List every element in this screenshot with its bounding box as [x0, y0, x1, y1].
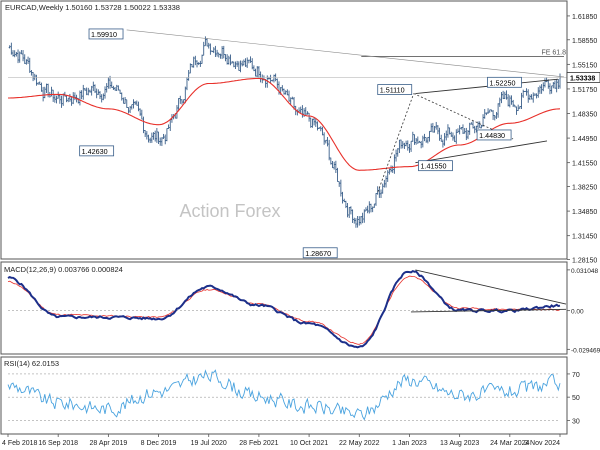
macd-ytick-label: 0.031048	[571, 268, 598, 275]
rsi-header: RSI(14) 62.0153	[4, 359, 59, 368]
date-tick-label: 16 Sep 2018	[38, 440, 78, 447]
price-ytick-label: 1.48350	[572, 112, 597, 119]
date-tick-label: 8 Dec 2019	[141, 440, 177, 447]
price-header: EURCAD,Weekly 1.50160 1.53728 1.50022 1.…	[5, 3, 180, 12]
price-ytick-label: 1.38250	[572, 185, 597, 192]
level-label: 1.28670	[305, 249, 331, 258]
level-label: 1.52250	[489, 78, 515, 87]
macd-panel: MACD(12,26,9) 0.003766 0.000824 0.031048…	[0, 261, 600, 355]
level-label: 1.42630	[82, 147, 108, 156]
forex-chart: Action Forex EURCAD,Weekly 1.50160 1.537…	[0, 0, 600, 450]
price-ytick-label: 1.58550	[572, 38, 597, 45]
date-tick-label: 28 Apr 2019	[89, 440, 127, 447]
level-label: 1.44830	[479, 131, 505, 140]
price-ytick-label: 1.61850	[572, 14, 597, 21]
price-ytick-label: 1.31450	[572, 234, 597, 241]
price-ytick-label: 1.44950	[572, 136, 597, 143]
macd-ytick-label: 0.00	[571, 309, 584, 316]
rsi-panel: RSI(14) 62.0153 70 50 30	[0, 356, 580, 435]
price-ytick-label: 1.28150	[572, 258, 597, 265]
date-tick-label: 4 Feb 2018	[2, 440, 38, 447]
price-ytick-label: 1.51750	[572, 87, 597, 94]
date-tick-label: 22 May 2022	[339, 440, 380, 447]
date-tick-label: 19 Jul 2020	[191, 440, 227, 447]
rsi-ytick-label: 50	[572, 395, 580, 402]
price-ytick-label: 1.34850	[572, 209, 597, 216]
price-ytick-label: 1.55150	[572, 62, 597, 69]
price-panel: Action Forex EURCAD,Weekly 1.50160 1.537…	[0, 0, 600, 265]
rsi-ytick-label: 70	[572, 372, 580, 379]
fibonacci-label: FE 61.8	[541, 49, 566, 56]
macd-ytick-label: -0.029469	[571, 347, 600, 354]
last-price-label: 1.53338	[570, 75, 595, 82]
date-tick-label: 28 Feb 2021	[239, 440, 278, 447]
date-tick-label: 13 Aug 2023	[440, 440, 479, 447]
date-tick-label: 3 Nov 2024	[524, 440, 560, 447]
rsi-ytick-label: 30	[572, 418, 580, 425]
price-ytick-label: 1.41550	[572, 161, 597, 168]
date-tick-label: 10 Oct 2021	[290, 440, 328, 447]
level-label: 1.41550	[420, 162, 446, 171]
level-label: 1.59910	[91, 30, 117, 39]
date-tick-label: 1 Jan 2023	[392, 440, 427, 447]
level-label: 1.51110	[380, 86, 405, 95]
macd-header: MACD(12,26,9) 0.003766 0.000824	[4, 265, 123, 274]
price-watermark: Action Forex	[179, 201, 280, 221]
